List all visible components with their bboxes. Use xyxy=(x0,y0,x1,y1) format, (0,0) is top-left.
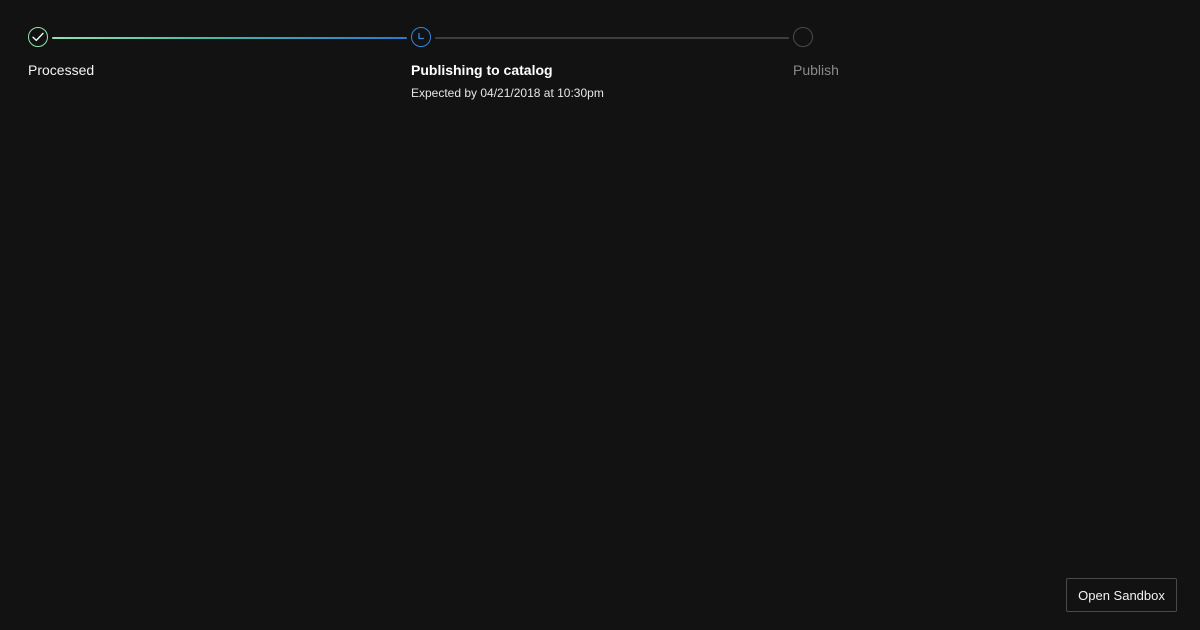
connector-publishing-to-publish xyxy=(435,37,789,39)
clock-icon xyxy=(418,32,425,40)
open-sandbox-button[interactable]: Open Sandbox xyxy=(1066,578,1177,612)
app-window: Processed Publishing to catalog Expected… xyxy=(0,0,1200,630)
step-processed-label: Processed xyxy=(28,62,95,78)
connector-processed-to-publishing xyxy=(52,37,407,39)
step-publishing-label: Publishing to catalog xyxy=(411,62,553,78)
step-publishing-expected-time: Expected by 04/21/2018 at 10:30pm xyxy=(411,86,604,100)
step-publishing-marker xyxy=(411,27,431,47)
step-publish-marker xyxy=(793,27,813,47)
step-processed-marker xyxy=(28,27,48,47)
step-publish-label: Publish xyxy=(793,62,839,78)
publish-progress-tracker: Processed Publishing to catalog Expected… xyxy=(0,0,1200,120)
check-icon xyxy=(32,32,44,42)
